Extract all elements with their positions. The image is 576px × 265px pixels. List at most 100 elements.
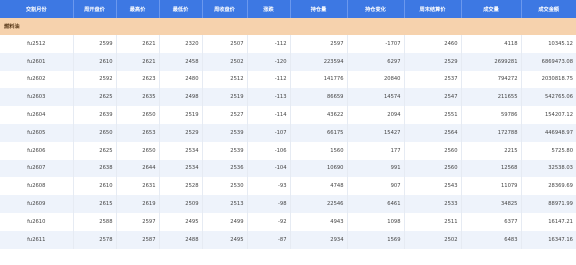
group-label: 燃料油: [0, 18, 576, 35]
table-cell: 2597: [116, 212, 160, 231]
table-row: fu2605 2650 2653 2529 2539 -107 66175 15427 2564…: [0, 123, 576, 142]
table-cell: 2653: [116, 123, 160, 142]
table-cell: 6461: [347, 195, 405, 213]
table-cell: 2650: [116, 106, 160, 124]
table-cell: 16347.16: [521, 230, 576, 249]
table-cell: 22546: [290, 195, 348, 213]
col-week-open[interactable]: 周开盘价: [73, 0, 117, 18]
table-cell: 2527: [202, 106, 248, 124]
table-cell: 6869473.08: [521, 52, 576, 71]
table-cell: 1098: [347, 212, 405, 231]
table-cell: 2635: [116, 88, 160, 107]
table-cell: 2650: [116, 141, 160, 160]
table-cell: 2615: [73, 195, 117, 213]
table-cell: 2621: [116, 35, 160, 53]
table-cell: 2534: [159, 141, 203, 160]
table-cell: 2639: [73, 106, 117, 124]
col-delivery-month[interactable]: 交割月份: [0, 0, 74, 18]
contract-cell: fu2601: [0, 52, 74, 71]
col-oi-change[interactable]: 持仓变化: [347, 0, 405, 18]
contract-cell: fu2604: [0, 106, 74, 124]
col-open-interest[interactable]: 持仓量: [290, 0, 348, 18]
table-cell: 2495: [159, 212, 203, 231]
col-high[interactable]: 最高价: [116, 0, 160, 18]
table-cell: 2625: [73, 141, 117, 160]
table-cell: 2560: [404, 159, 462, 178]
table-cell: 6377: [461, 212, 522, 231]
col-turnover[interactable]: 成交金额: [521, 0, 576, 18]
table-cell: 6483: [461, 230, 522, 249]
contract-cell: fu2608: [0, 177, 74, 196]
table-cell: -98: [247, 195, 291, 213]
table-cell: 2533: [404, 195, 462, 213]
contract-cell: fu2605: [0, 123, 74, 142]
table-cell: 1569: [347, 230, 405, 249]
table-cell: 2513: [202, 195, 248, 213]
table-cell: 15427: [347, 123, 405, 142]
table-cell: 177: [347, 141, 405, 160]
contract-cell: fu2609: [0, 195, 74, 213]
table-cell: 2519: [159, 106, 203, 124]
table-cell: 2587: [116, 230, 160, 249]
table-cell: 2543: [404, 177, 462, 196]
table-cell: 12568: [461, 159, 522, 178]
table-cell: 16147.21: [521, 212, 576, 231]
table-cell: 1560: [290, 141, 348, 160]
table-cell: 446948.97: [521, 123, 576, 142]
table-cell: -112: [247, 35, 291, 53]
table-cell: 2320: [159, 35, 203, 53]
table-cell: 4943: [290, 212, 348, 231]
table-cell: -106: [247, 141, 291, 160]
col-volume[interactable]: 成交量: [461, 0, 522, 18]
table-cell: -112: [247, 70, 291, 89]
table-cell: 20840: [347, 70, 405, 89]
contract-cell: fu2512: [0, 35, 74, 53]
table-cell: 2498: [159, 88, 203, 107]
table-cell: 2488: [159, 230, 203, 249]
table-cell: 88971.99: [521, 195, 576, 213]
futures-weekly-table: 交割月份 周开盘价 最高价 最低价 周收盘价 涨跌 持仓量 持仓变化 周末结算价…: [0, 0, 576, 249]
table-cell: 2623: [116, 70, 160, 89]
table-cell: 2644: [116, 159, 160, 178]
table-cell: 14574: [347, 88, 405, 107]
table-cell: 2529: [404, 52, 462, 71]
table-cell: -113: [247, 88, 291, 107]
col-week-close[interactable]: 周收盘价: [202, 0, 248, 18]
table-cell: 4118: [461, 35, 522, 53]
table-cell: 2502: [202, 52, 248, 71]
table-cell: 2597: [290, 35, 348, 53]
table-cell: 2530: [202, 177, 248, 196]
table-cell: 154207.12: [521, 106, 576, 124]
contract-cell: fu2611: [0, 230, 74, 249]
table-cell: 991: [347, 159, 405, 178]
table-cell: 59786: [461, 106, 522, 124]
table-cell: 86659: [290, 88, 348, 107]
table-cell: 223594: [290, 52, 348, 71]
col-low[interactable]: 最低价: [159, 0, 203, 18]
group-row: 燃料油: [0, 18, 576, 35]
table-cell: 2529: [159, 123, 203, 142]
table-cell: 2621: [116, 52, 160, 71]
table-cell: 172788: [461, 123, 522, 142]
table-cell: 2512: [202, 70, 248, 89]
table-cell: 2528: [159, 177, 203, 196]
header-row: 交割月份 周开盘价 最高价 最低价 周收盘价 涨跌 持仓量 持仓变化 周末结算价…: [0, 0, 576, 18]
table-cell: 2578: [73, 230, 117, 249]
col-change[interactable]: 涨跌: [247, 0, 291, 18]
table-cell: 141776: [290, 70, 348, 89]
contract-cell: fu2610: [0, 212, 74, 231]
table-cell: 2534: [159, 159, 203, 178]
table-cell: 794272: [461, 70, 522, 89]
table-cell: -93: [247, 177, 291, 196]
table-row: fu2607 2638 2644 2534 2536 -104 10690 991 2560 12…: [0, 159, 576, 178]
table-row: fu2610 2588 2597 2495 2499 -92 4943 1098 2511 637…: [0, 212, 576, 231]
table-cell: 34825: [461, 195, 522, 213]
table-cell: 2536: [202, 159, 248, 178]
table-cell: 2560: [404, 141, 462, 160]
col-weekend-settle[interactable]: 周末结算价: [404, 0, 462, 18]
table-cell: 2610: [73, 177, 117, 196]
table-row: fu2609 2615 2619 2509 2513 -98 22546 6461 2533 34…: [0, 195, 576, 213]
table-cell: 32538.03: [521, 159, 576, 178]
table-cell: 2619: [116, 195, 160, 213]
table-cell: -1707: [347, 35, 405, 53]
